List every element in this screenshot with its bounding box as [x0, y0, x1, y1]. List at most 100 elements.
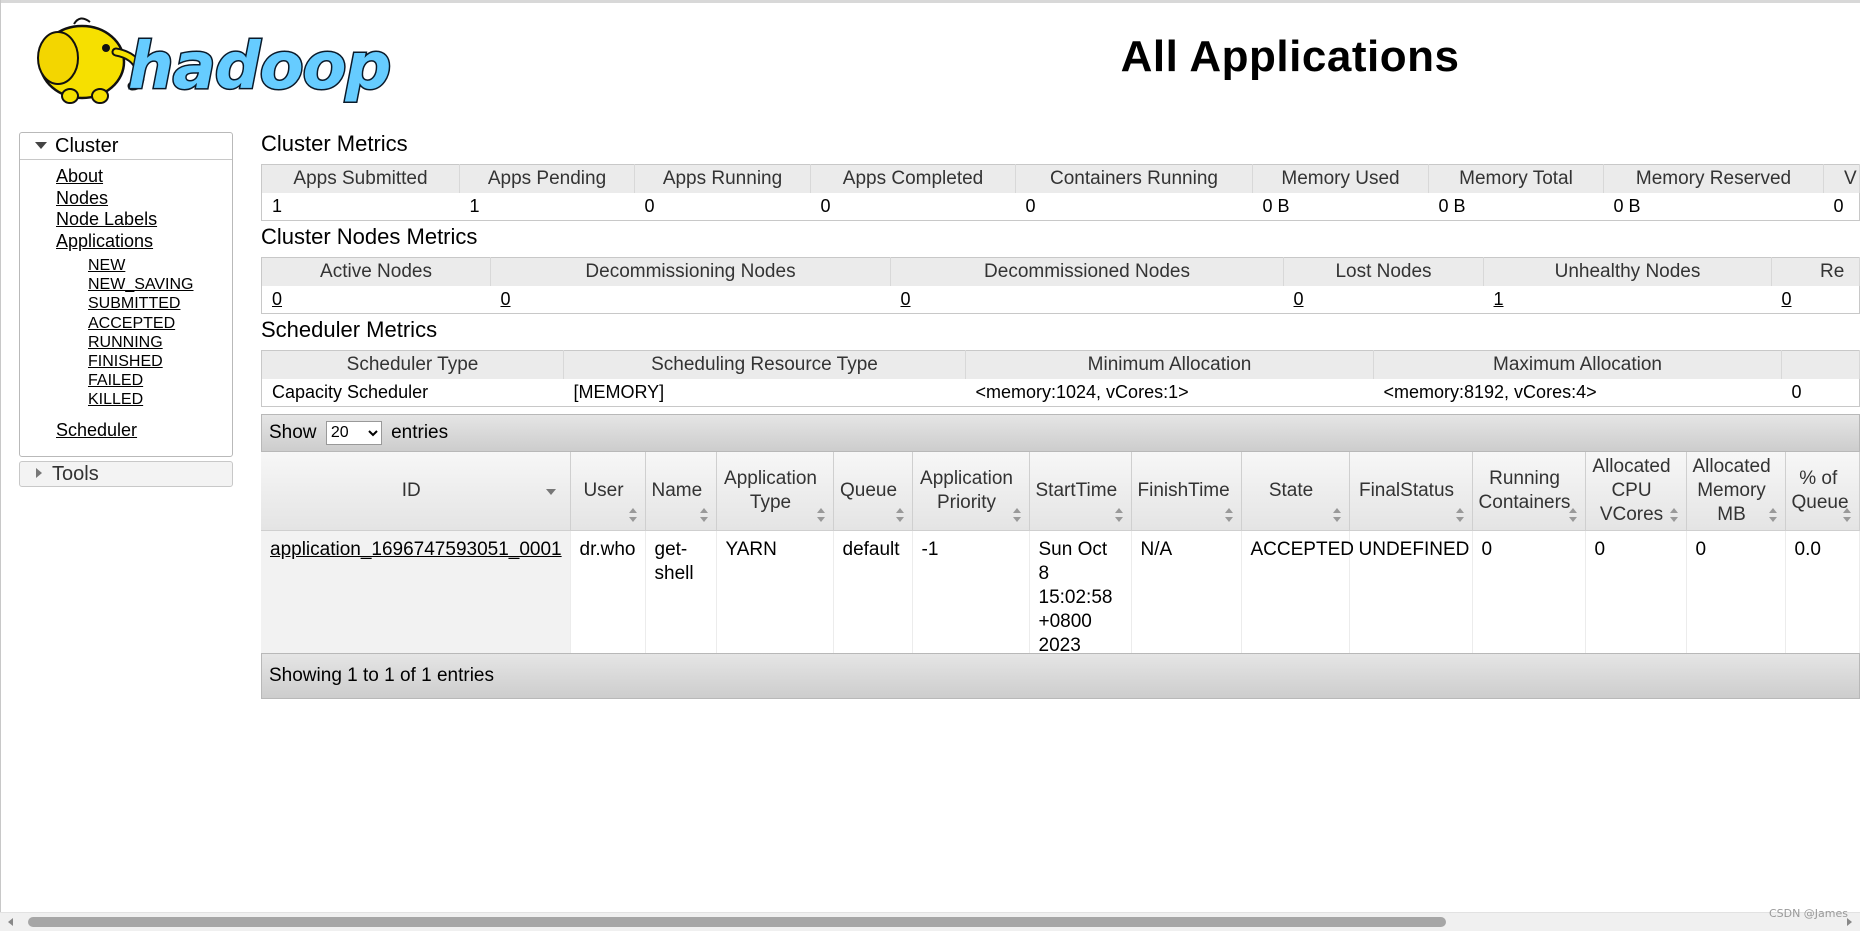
scroll-left-icon[interactable]: [8, 918, 13, 926]
metric-value: 0: [1823, 193, 1860, 221]
cell-application-type: YARN: [716, 530, 834, 658]
horizontal-scrollbar[interactable]: [0, 912, 1860, 931]
cell-priority: -1: [912, 530, 1030, 658]
lost-nodes-link[interactable]: 0: [1294, 289, 1304, 309]
column-header-user[interactable]: User: [570, 452, 646, 531]
maximum-allocation-value: <memory:8192, vCores:4>: [1373, 379, 1782, 407]
decommissioning-nodes-link[interactable]: 0: [501, 289, 511, 309]
cell-state: ACCEPTED: [1241, 530, 1354, 658]
show-label: Show: [269, 422, 317, 443]
nav-state-new-saving[interactable]: NEW_SAVING: [88, 275, 194, 294]
metric-value: 1: [459, 193, 635, 221]
cell-name: get-shell: [645, 530, 717, 658]
left-border: [0, 0, 1, 930]
column-header: Maximum Allocation: [1373, 350, 1782, 379]
triangle-down-icon: [35, 141, 47, 149]
column-header: [1781, 350, 1860, 379]
nav-state-submitted[interactable]: SUBMITTED: [88, 294, 194, 313]
scheduler-metric-value: 0: [1781, 379, 1860, 407]
application-id-link[interactable]: application_1696747593051_0001: [270, 539, 562, 560]
nav-state-running[interactable]: RUNNING: [88, 333, 194, 352]
cluster-nav-header[interactable]: Cluster: [20, 133, 232, 160]
cell-allocated-memory: 0: [1686, 530, 1786, 658]
column-header-percent-of-queue[interactable]: % of Queue: [1785, 452, 1860, 531]
cluster-nav-label: Cluster: [55, 135, 119, 157]
cell-allocated-vcores: 0: [1585, 530, 1687, 658]
sort-icon: [816, 508, 826, 522]
metric-value: 0 B: [1428, 193, 1604, 221]
table-row: 0 0 0 0 1 0: [261, 286, 1860, 314]
column-header: Apps Completed: [810, 164, 1016, 193]
column-header-running-containers[interactable]: Running Containers: [1472, 452, 1586, 531]
decommissioned-nodes-link[interactable]: 0: [901, 289, 911, 309]
app-state-links: NEW NEW_SAVING SUBMITTED ACCEPTED RUNNIN…: [88, 256, 194, 410]
metric-value: 0 B: [1252, 193, 1429, 221]
top-border: [0, 0, 1860, 3]
table-header-row: Active Nodes Decommissioning Nodes Decom…: [261, 257, 1860, 286]
sort-icon: [1012, 508, 1022, 522]
sort-icon: [1455, 508, 1465, 522]
column-header: Scheduling Resource Type: [563, 350, 966, 379]
nav-state-killed[interactable]: KILLED: [88, 390, 194, 409]
column-header-name[interactable]: Name: [645, 452, 717, 531]
nav-link-scheduler[interactable]: Scheduler: [56, 420, 194, 442]
column-header-final-status[interactable]: FinalStatus: [1349, 452, 1473, 531]
cluster-nodes-metrics-title: Cluster Nodes Metrics: [261, 224, 478, 249]
sort-icon: [1568, 508, 1578, 522]
metric-value: 0: [810, 193, 1016, 221]
column-header: Scheduler Type: [261, 350, 564, 379]
column-header: Unhealthy Nodes: [1483, 257, 1772, 286]
column-header: Containers Running: [1015, 164, 1253, 193]
table-length-toolbar: Show 20 entries: [261, 414, 1860, 452]
nav-state-failed[interactable]: FAILED: [88, 371, 194, 390]
tools-nav-label: Tools: [52, 463, 99, 485]
column-header-queue[interactable]: Queue: [833, 452, 913, 531]
nav-link-nodes[interactable]: Nodes: [56, 188, 194, 210]
sort-icon: [1669, 508, 1679, 522]
column-header: Active Nodes: [261, 257, 491, 286]
column-header: Decommissioned Nodes: [890, 257, 1284, 286]
rebooted-nodes-link[interactable]: 0: [1782, 289, 1792, 309]
nav-link-node-labels[interactable]: Node Labels: [56, 209, 194, 231]
column-header: Apps Submitted: [261, 164, 460, 193]
scrollbar-thumb[interactable]: [28, 917, 1446, 927]
sort-descending-icon: [545, 489, 556, 495]
nav-state-new[interactable]: NEW: [88, 256, 194, 275]
column-header-start-time[interactable]: StartTime: [1029, 452, 1132, 531]
cell-start-time: Sun Oct 8 15:02:58 +0800 2023: [1029, 530, 1132, 658]
applications-table: ID User Name Application Type Queue Appl…: [261, 452, 1860, 658]
metric-value: 0 B: [1603, 193, 1824, 221]
elephant-icon: [37, 17, 145, 104]
column-header: Memory Used: [1252, 164, 1429, 193]
column-header-application-priority[interactable]: Application Priority: [912, 452, 1030, 531]
metric-value: 1: [261, 193, 460, 221]
nav-state-finished[interactable]: FINISHED: [88, 352, 194, 371]
column-header-finish-time[interactable]: FinishTime: [1131, 452, 1242, 531]
watermark: CSDN @James: [1768, 907, 1848, 920]
active-nodes-link[interactable]: 0: [272, 289, 282, 309]
sort-icon: [1114, 508, 1124, 522]
column-header-id[interactable]: ID: [261, 452, 571, 531]
sort-icon: [895, 508, 905, 522]
cluster-metrics-table: Apps Submitted Apps Pending Apps Running…: [261, 164, 1860, 221]
sort-icon: [699, 508, 709, 522]
column-header-allocated-memory-mb[interactable]: Allocated Memory MB: [1686, 452, 1786, 531]
column-header: V: [1823, 164, 1860, 193]
column-header-allocated-cpu-vcores[interactable]: Allocated CPU VCores: [1585, 452, 1687, 531]
nav-link-applications[interactable]: Applications: [56, 231, 194, 253]
unhealthy-nodes-link[interactable]: 1: [1494, 289, 1504, 309]
column-header-state[interactable]: State: [1241, 452, 1350, 531]
table-row: 1 1 0 0 0 0 B 0 B 0 B 0: [261, 193, 1860, 221]
tools-nav-header[interactable]: Tools: [19, 461, 233, 487]
column-header-application-type[interactable]: Application Type: [716, 452, 834, 531]
logo-wordmark: hadoop: [128, 30, 390, 104]
nav-state-accepted[interactable]: ACCEPTED: [88, 314, 194, 333]
minimum-allocation-value: <memory:1024, vCores:1>: [965, 379, 1374, 407]
nav-link-about[interactable]: About: [56, 166, 194, 188]
scheduler-metrics-title: Scheduler Metrics: [261, 317, 438, 342]
page-size-select[interactable]: 20: [325, 420, 382, 445]
cell-user: dr.who: [570, 530, 646, 658]
table-header-row: ID User Name Application Type Queue Appl…: [261, 452, 1860, 531]
scheduling-resource-type-value: [MEMORY]: [563, 379, 966, 407]
table-header-row: Apps Submitted Apps Pending Apps Running…: [261, 164, 1860, 193]
